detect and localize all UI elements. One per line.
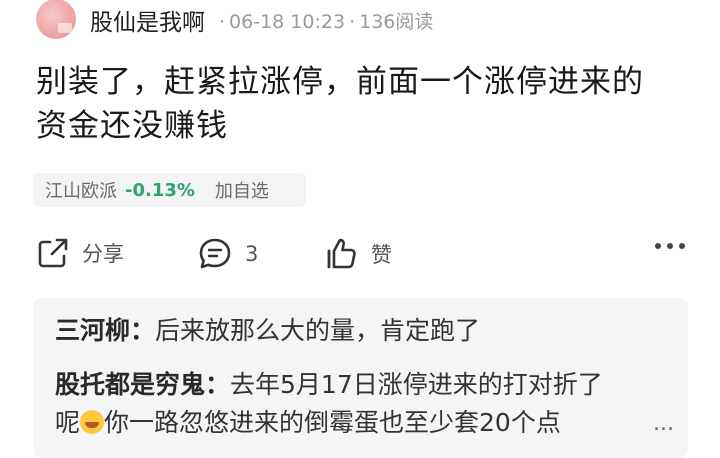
add-to-watchlist-button[interactable]: 加自选 xyxy=(215,177,269,203)
post-content[interactable]: 别装了，赶紧拉涨停，前面一个涨停进来的 资金还没赚钱 xyxy=(36,60,696,148)
content-line: 资金还没赚钱 xyxy=(36,108,228,144)
reply-more-ellipsis[interactable]: ... xyxy=(653,411,674,436)
reply-text: 后来放那么大的量，肯定跑了 xyxy=(155,316,481,345)
post-header: 股仙是我啊 · 06-18 10:23 · 136阅读 xyxy=(36,0,433,44)
more-dots-icon xyxy=(654,242,686,250)
thumbs-up-icon xyxy=(323,236,359,272)
comment-count: 3 xyxy=(245,242,259,266)
content-line: 别装了，赶紧拉涨停，前面一个涨停进来的 xyxy=(36,64,644,100)
like-label: 赞 xyxy=(371,243,392,267)
share-button[interactable]: 分享 xyxy=(36,236,124,270)
like-button[interactable]: 赞 xyxy=(323,236,392,272)
reply-item[interactable]: 股托都是穷鬼：去年5月17日涨停进来的打对折了 呢你一路忽悠进来的倒霉蛋也至少套… xyxy=(55,366,675,442)
post-date: 06-18 10:23 xyxy=(229,10,346,33)
reply-text: 去年5月17日涨停进来的打对折了 xyxy=(230,370,603,399)
reply-text: 呢 xyxy=(55,408,81,437)
action-bar: 分享 3 赞 xyxy=(36,236,686,280)
share-icon xyxy=(36,236,70,270)
meta-separator: · xyxy=(219,10,226,33)
comment-icon xyxy=(197,236,233,272)
avatar-logo xyxy=(58,23,72,33)
stock-chip[interactable]: 江山欧派 -0.13% 加自选 xyxy=(33,173,306,207)
share-label: 分享 xyxy=(82,242,124,266)
avatar[interactable] xyxy=(36,0,76,39)
replies-panel: 三河柳：后来放那么大的量，肯定跑了 股托都是穷鬼：去年5月17日涨停进来的打对折… xyxy=(33,298,688,458)
meta-separator: · xyxy=(349,10,356,33)
more-options-button[interactable] xyxy=(654,242,686,250)
reply-author[interactable]: 股托都是穷鬼： xyxy=(55,370,230,399)
comment-button[interactable]: 3 xyxy=(197,236,258,272)
laughing-emoji-icon xyxy=(80,410,105,434)
read-count: 136阅读 xyxy=(359,10,434,33)
reply-item[interactable]: 三河柳：后来放那么大的量，肯定跑了 xyxy=(55,312,675,350)
reply-author[interactable]: 三河柳： xyxy=(55,316,155,345)
reply-text: 你一路忽悠进来的倒霉蛋也至少套20个点 xyxy=(104,408,561,437)
stock-name: 江山欧派 xyxy=(45,181,117,202)
stock-change: -0.13% xyxy=(125,179,195,201)
username[interactable]: 股仙是我啊 xyxy=(90,3,205,37)
post-meta: · 06-18 10:23 · 136阅读 xyxy=(215,7,433,34)
